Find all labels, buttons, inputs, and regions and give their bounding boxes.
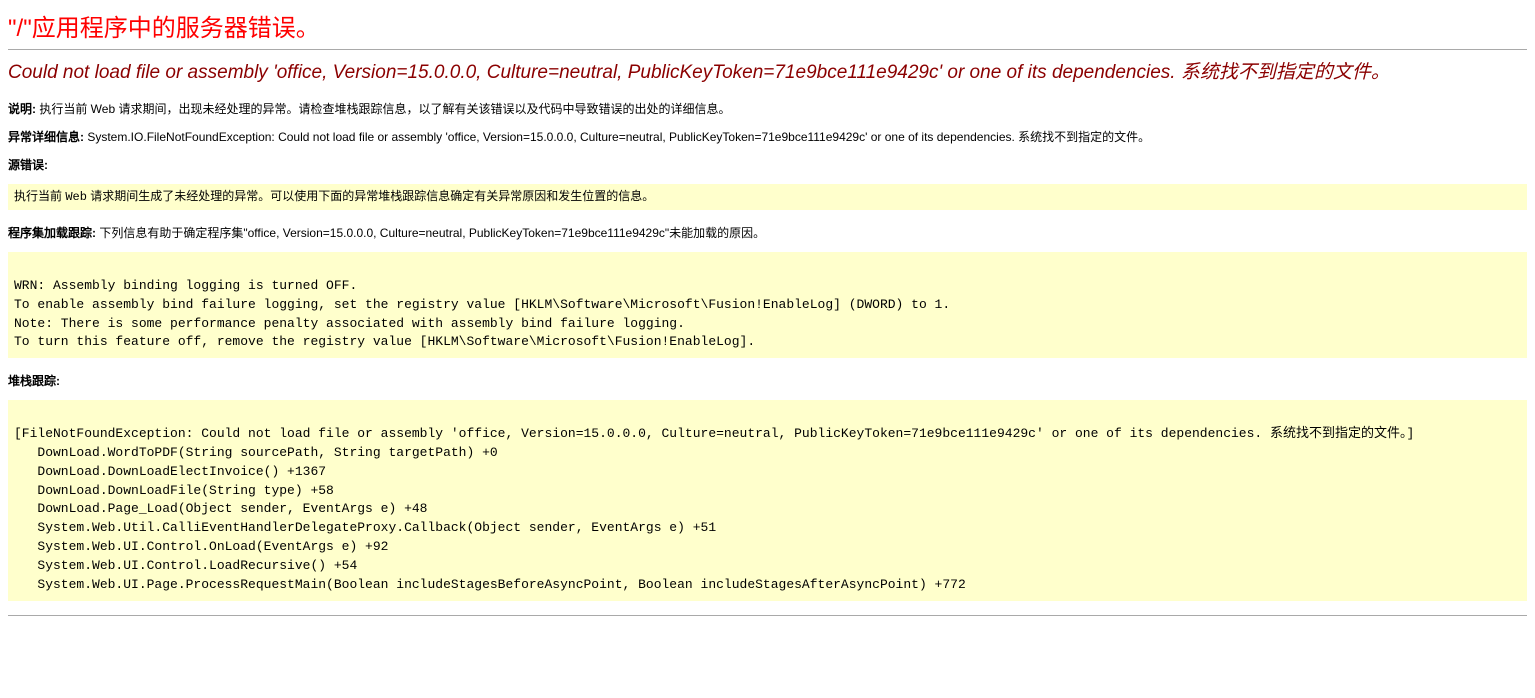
source-error-text: 执行当前 Web 请求期间生成了未经处理的异常。可以使用下面的异常堆栈跟踪信息确… <box>14 188 1521 206</box>
stack-trace-content: [FileNotFoundException: Could not load f… <box>14 406 1521 594</box>
assembly-load-trace-text: 下列信息有助于确定程序集"office, Version=15.0.0.0, C… <box>99 226 765 240</box>
exception-details-label: 异常详细信息: <box>8 130 84 144</box>
source-error-label: 源错误: <box>8 158 48 172</box>
assembly-load-trace-label: 程序集加载跟踪: <box>8 226 96 240</box>
error-message: Could not load file or assembly 'office,… <box>8 60 1527 86</box>
description-text: 执行当前 Web 请求期间，出现未经处理的异常。请检查堆栈跟踪信息，以了解有关该… <box>39 102 730 116</box>
stack-trace-box: [FileNotFoundException: Could not load f… <box>8 400 1527 600</box>
divider <box>8 49 1527 50</box>
source-error-box: 执行当前 Web 请求期间生成了未经处理的异常。可以使用下面的异常堆栈跟踪信息确… <box>8 184 1527 210</box>
assembly-load-trace-line: 程序集加载跟踪: 下列信息有助于确定程序集"office, Version=15… <box>8 224 1527 242</box>
divider-bottom <box>8 615 1527 616</box>
exception-details-text: System.IO.FileNotFoundException: Could n… <box>87 130 1150 144</box>
assembly-load-trace-box: WRN: Assembly binding logging is turned … <box>8 252 1527 358</box>
page-title: "/"应用程序中的服务器错误。 <box>8 8 1527 43</box>
exception-details-line: 异常详细信息: System.IO.FileNotFoundException:… <box>8 128 1527 146</box>
stack-trace-label: 堆栈跟踪: <box>8 374 60 388</box>
source-error-label-line: 源错误: <box>8 156 1527 174</box>
description-line: 说明: 执行当前 Web 请求期间，出现未经处理的异常。请检查堆栈跟踪信息，以了… <box>8 100 1527 118</box>
assembly-load-trace-content: WRN: Assembly binding logging is turned … <box>14 258 1521 352</box>
description-label: 说明: <box>8 102 36 116</box>
stack-trace-label-line: 堆栈跟踪: <box>8 372 1527 390</box>
